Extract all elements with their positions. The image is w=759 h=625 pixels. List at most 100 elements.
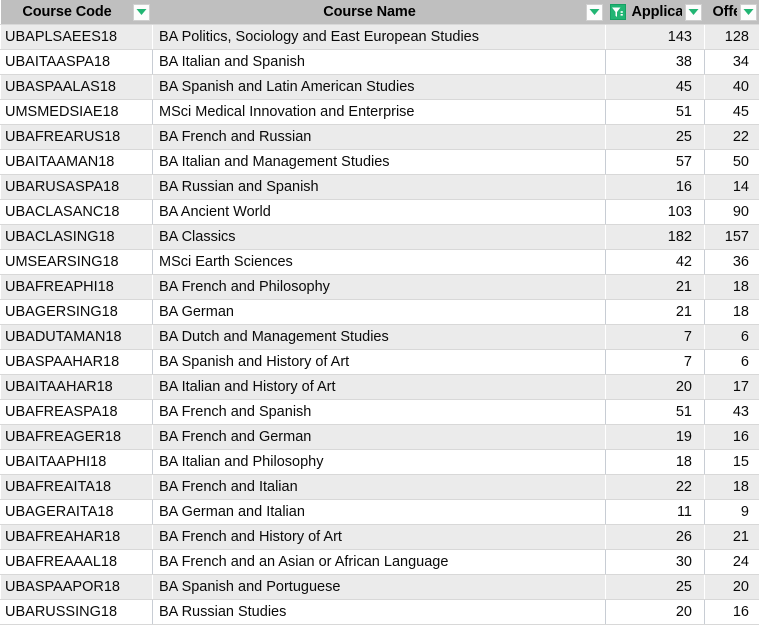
cell-applications[interactable]: 57: [605, 149, 705, 175]
cell-offers[interactable]: 9: [704, 499, 759, 525]
table-row[interactable]: UBAFREAGER18 BA French and German 19 16: [0, 424, 759, 450]
cell-course-name[interactable]: BA Spanish and Portuguese: [152, 574, 606, 600]
cell-offers[interactable]: 157: [704, 224, 759, 250]
cell-course-code[interactable]: UBAITAASPA18: [0, 49, 153, 75]
filter-dropdown-icon[interactable]: [739, 3, 757, 21]
cell-course-name[interactable]: BA Spanish and Latin American Studies: [152, 74, 606, 100]
cell-course-name[interactable]: BA Italian and Philosophy: [152, 449, 606, 475]
column-header-course-code[interactable]: Course Code: [0, 0, 153, 25]
table-row[interactable]: UBAFREAHAR18 BA French and History of Art…: [0, 524, 759, 550]
table-row[interactable]: UBARUSASPA18 BA Russian and Spanish 16 14: [0, 174, 759, 200]
cell-course-name[interactable]: BA French and an Asian or African Langua…: [152, 549, 606, 575]
cell-offers[interactable]: 36: [704, 249, 759, 275]
table-row[interactable]: UBASPAALAS18 BA Spanish and Latin America…: [0, 74, 759, 100]
cell-offers[interactable]: 6: [704, 349, 759, 375]
cell-applications[interactable]: 16: [605, 174, 705, 200]
table-row[interactable]: UMSEARSING18 MSci Earth Sciences 42 36: [0, 249, 759, 275]
cell-course-code[interactable]: UBACLASING18: [0, 224, 153, 250]
cell-course-code[interactable]: UBAFREAPHI18: [0, 274, 153, 300]
filter-applied-icon[interactable]: [609, 4, 626, 20]
table-row[interactable]: UBAFREAAAL18 BA French and an Asian or Af…: [0, 549, 759, 575]
cell-applications[interactable]: 51: [605, 99, 705, 125]
cell-applications[interactable]: 20: [605, 374, 705, 400]
cell-course-code[interactable]: UBAGERAITA18: [0, 499, 153, 525]
cell-course-code[interactable]: UBAFREAHAR18: [0, 524, 153, 550]
cell-course-code[interactable]: UBAITAAMAN18: [0, 149, 153, 175]
cell-course-code[interactable]: UBACLASANC18: [0, 199, 153, 225]
table-row[interactable]: UBAFREAPHI18 BA French and Philosophy 21 18: [0, 274, 759, 300]
cell-applications[interactable]: 103: [605, 199, 705, 225]
cell-offers[interactable]: 18: [704, 274, 759, 300]
cell-applications[interactable]: 22: [605, 474, 705, 500]
cell-course-name[interactable]: BA French and Spanish: [152, 399, 606, 425]
cell-course-code[interactable]: UBAPLSAEES18: [0, 24, 153, 50]
cell-applications[interactable]: 38: [605, 49, 705, 75]
cell-applications[interactable]: 19: [605, 424, 705, 450]
table-row[interactable]: UBADUTAMAN18 BA Dutch and Management Stud…: [0, 324, 759, 350]
cell-applications[interactable]: 51: [605, 399, 705, 425]
table-row[interactable]: UBAITAASPA18 BA Italian and Spanish 38 34: [0, 49, 759, 75]
cell-course-name[interactable]: BA French and German: [152, 424, 606, 450]
cell-offers[interactable]: 40: [704, 74, 759, 100]
table-row[interactable]: UBAFREASPA18 BA French and Spanish 51 43: [0, 399, 759, 425]
table-row[interactable]: UMSMEDSIAE18 MSci Medical Innovation and …: [0, 99, 759, 125]
cell-course-name[interactable]: BA German and Italian: [152, 499, 606, 525]
cell-offers[interactable]: 20: [704, 574, 759, 600]
table-row[interactable]: UBAFREAITA18 BA French and Italian 22 18: [0, 474, 759, 500]
table-row[interactable]: UBAPLSAEES18 BA Politics, Sociology and E…: [0, 24, 759, 50]
cell-applications[interactable]: 18: [605, 449, 705, 475]
cell-course-name[interactable]: BA Spanish and History of Art: [152, 349, 606, 375]
filter-dropdown-icon[interactable]: [132, 3, 150, 21]
table-row[interactable]: UBASPAAPOR18 BA Spanish and Portuguese 25 2…: [0, 574, 759, 600]
filter-dropdown-icon[interactable]: [585, 3, 603, 21]
cell-course-name[interactable]: BA French and Russian: [152, 124, 606, 150]
cell-course-code[interactable]: UBAITAAHAR18: [0, 374, 153, 400]
cell-offers[interactable]: 18: [704, 299, 759, 325]
cell-offers[interactable]: 34: [704, 49, 759, 75]
cell-applications[interactable]: 11: [605, 499, 705, 525]
cell-offers[interactable]: 50: [704, 149, 759, 175]
cell-course-code[interactable]: UBAGERSING18: [0, 299, 153, 325]
table-row[interactable]: UBAITAAMAN18 BA Italian and Management St…: [0, 149, 759, 175]
column-header-course-name[interactable]: Course Name: [152, 0, 606, 25]
cell-offers[interactable]: 128: [704, 24, 759, 50]
cell-course-name[interactable]: BA Italian and History of Art: [152, 374, 606, 400]
cell-course-code[interactable]: UBAITAAPHI18: [0, 449, 153, 475]
cell-course-name[interactable]: BA Politics, Sociology and East European…: [152, 24, 606, 50]
column-header-offers[interactable]: Offe: [704, 0, 759, 25]
cell-course-name[interactable]: BA Russian and Spanish: [152, 174, 606, 200]
cell-course-code[interactable]: UBASPAALAS18: [0, 74, 153, 100]
cell-course-name[interactable]: BA Italian and Spanish: [152, 49, 606, 75]
cell-offers[interactable]: 14: [704, 174, 759, 200]
cell-course-code[interactable]: UMSMEDSIAE18: [0, 99, 153, 125]
cell-offers[interactable]: 17: [704, 374, 759, 400]
cell-offers[interactable]: 16: [704, 424, 759, 450]
cell-course-code[interactable]: UBAFREAGER18: [0, 424, 153, 450]
cell-course-name[interactable]: BA Dutch and Management Studies: [152, 324, 606, 350]
cell-course-name[interactable]: BA Ancient World: [152, 199, 606, 225]
cell-course-code[interactable]: UBAFREAAAL18: [0, 549, 153, 575]
cell-course-name[interactable]: BA French and Italian: [152, 474, 606, 500]
column-header-applications[interactable]: Applicatio: [605, 0, 705, 25]
cell-applications[interactable]: 182: [605, 224, 705, 250]
cell-applications[interactable]: 20: [605, 599, 705, 625]
cell-course-code[interactable]: UBARUSASPA18: [0, 174, 153, 200]
cell-course-name[interactable]: MSci Medical Innovation and Enterprise: [152, 99, 606, 125]
table-row[interactable]: UBAFREARUS18 BA French and Russian 25 22: [0, 124, 759, 150]
table-row[interactable]: UBAGERAITA18 BA German and Italian 11 9: [0, 499, 759, 525]
cell-offers[interactable]: 43: [704, 399, 759, 425]
cell-applications[interactable]: 21: [605, 274, 705, 300]
cell-applications[interactable]: 21: [605, 299, 705, 325]
cell-course-code[interactable]: UBADUTAMAN18: [0, 324, 153, 350]
cell-course-name[interactable]: BA Italian and Management Studies: [152, 149, 606, 175]
cell-offers[interactable]: 90: [704, 199, 759, 225]
cell-applications[interactable]: 30: [605, 549, 705, 575]
cell-applications[interactable]: 7: [605, 324, 705, 350]
table-row[interactable]: UBACLASING18 BA Classics 182 157: [0, 224, 759, 250]
filter-dropdown-icon[interactable]: [684, 3, 702, 21]
cell-course-name[interactable]: MSci Earth Sciences: [152, 249, 606, 275]
cell-course-code[interactable]: UBARUSSING18: [0, 599, 153, 625]
cell-offers[interactable]: 24: [704, 549, 759, 575]
cell-applications[interactable]: 42: [605, 249, 705, 275]
table-row[interactable]: UBAITAAHAR18 BA Italian and History of Ar…: [0, 374, 759, 400]
